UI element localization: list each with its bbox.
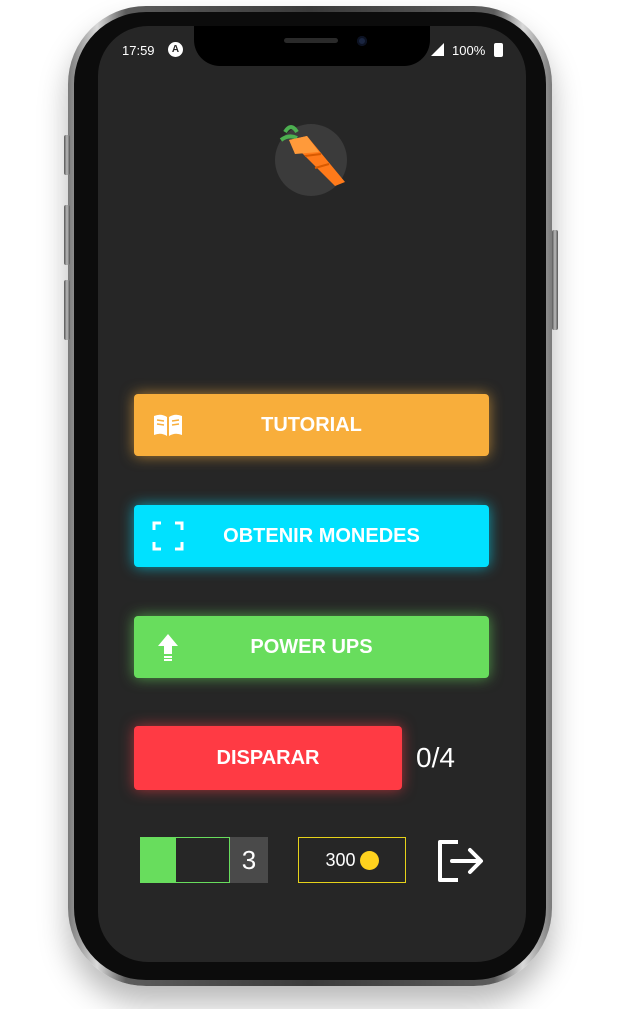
notch (194, 26, 430, 66)
phone-side-button (64, 280, 70, 340)
battery-level: 100% (452, 43, 486, 58)
tutorial-button[interactable]: TUTORIAL (134, 394, 489, 456)
tutorial-label: TUTORIAL (261, 413, 362, 436)
signal-icon (431, 43, 444, 56)
coin-amount: 300 (325, 849, 356, 870)
phone-side-button (64, 135, 70, 175)
fire-label: DISPARAR (216, 746, 320, 769)
shots-counter: 0/4 (416, 742, 455, 773)
carrot-icon (279, 125, 345, 186)
logout-icon (438, 840, 483, 882)
app-mockup: 17:59 A 100% TUTORIAL OBTENIR MONEDES PO… (0, 0, 622, 1009)
scan-frame-icon (152, 521, 184, 551)
energy-bar (140, 837, 230, 883)
phone-side-button (552, 230, 558, 330)
phone-screen: 17:59 A 100% TUTORIAL OBTENIR MONEDES PO… (98, 26, 526, 962)
battery-icon (494, 43, 503, 57)
app-logo (275, 124, 347, 196)
notification-app-icon: A (168, 42, 183, 57)
phone-side-button (64, 205, 70, 265)
energy-count: 3 (230, 837, 268, 883)
coin-icon (359, 850, 379, 870)
power-ups-button[interactable]: POWER UPS (134, 616, 489, 678)
coin-balance: 300 (298, 837, 406, 883)
power-ups-label: POWER UPS (250, 635, 373, 658)
arrow-up-icon (158, 634, 178, 661)
book-icon (154, 414, 182, 436)
speaker (284, 38, 338, 43)
get-coins-label: OBTENIR MONEDES (223, 524, 420, 547)
energy-fill (141, 838, 177, 882)
fire-button[interactable]: DISPARAR (134, 726, 402, 790)
get-coins-button[interactable]: OBTENIR MONEDES (134, 505, 489, 567)
front-camera (357, 36, 367, 46)
logout-button[interactable] (434, 836, 486, 886)
status-time: 17:59 (122, 43, 155, 58)
